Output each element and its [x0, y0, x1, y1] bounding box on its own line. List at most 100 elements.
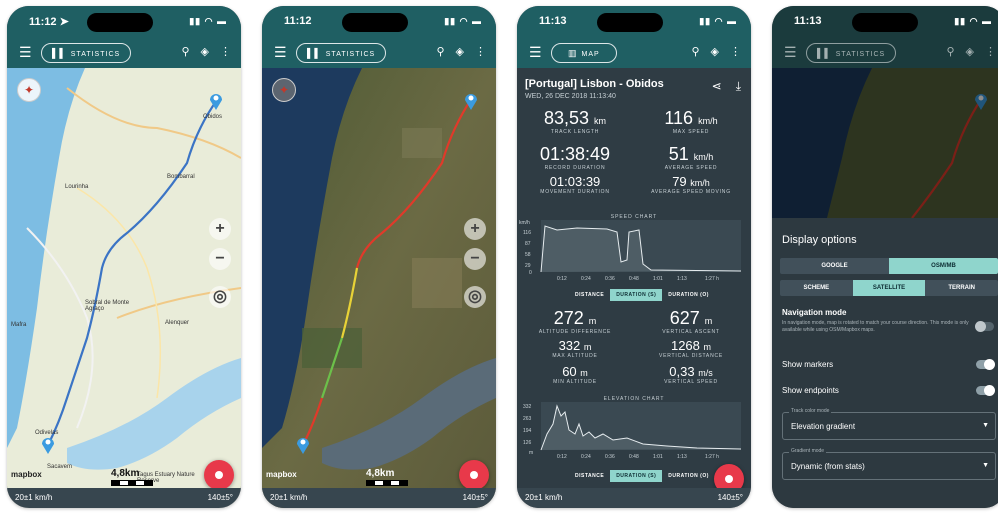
- my-location-button[interactable]: ◎: [209, 286, 231, 308]
- bar-chart-icon: ▌▌: [52, 48, 67, 58]
- speed-y-tick: km/h: [519, 220, 530, 226]
- option-scheme[interactable]: SCHEME: [780, 280, 853, 296]
- signal-wifi-battery-icon: ▮▮ ◠ ▬: [699, 16, 737, 26]
- speed-x-tick: 1:13: [677, 276, 687, 282]
- elev-y-tick: m: [529, 450, 533, 456]
- elevation-chart[interactable]: 332 263 194 126 m 0:12 0:24 0:36 0:48 1:…: [517, 394, 751, 464]
- scale-bar: 4,8km: [111, 468, 153, 486]
- app-bar: ☰ ▌▌ STATISTICS ⚲ ◈ ⋮: [7, 38, 241, 68]
- speed-chart[interactable]: km/h 116 87 58 29 0 0:12 0:24 0:36 0:48 …: [517, 212, 751, 284]
- vertical-ascent-unit: m: [704, 316, 713, 326]
- gradient-mode-value: Dynamic (from stats): [791, 462, 865, 471]
- start-marker-icon[interactable]: [41, 436, 55, 454]
- option-osm-mb[interactable]: OSM/MB: [889, 258, 998, 274]
- zoom-in-button[interactable]: +: [209, 218, 231, 240]
- more-icon[interactable]: ⋮: [220, 46, 231, 58]
- statistics-panel: [Portugal] Lisbon - Obidos WED, 26 DEC 2…: [517, 68, 751, 488]
- map-view[interactable]: ✦ + − ◎ mapbox 4,8km: [262, 68, 496, 508]
- layers-icon[interactable]: ◈: [966, 46, 974, 58]
- menu-icon[interactable]: ☰: [274, 44, 287, 61]
- my-location-button[interactable]: ◎: [464, 286, 486, 308]
- start-marker-icon[interactable]: [296, 436, 310, 454]
- gradient-mode-dropdown[interactable]: Gradient mode Dynamic (from stats) ▼: [782, 448, 996, 480]
- record-button[interactable]: [204, 460, 234, 490]
- location-pin-icon[interactable]: ⚲: [436, 46, 444, 58]
- display-options-sheet: Display options GOOGLE OSM/MB SCHEME SAT…: [772, 218, 998, 508]
- speed-y-tick: 29: [525, 263, 531, 269]
- status-time: 11:12: [284, 15, 312, 27]
- vertical-distance-unit: m: [703, 342, 712, 352]
- option-satellite[interactable]: SATELLITE: [852, 280, 926, 296]
- statistics-button[interactable]: ▌▌ STATISTICS: [806, 43, 897, 63]
- location-pin-icon[interactable]: ⚲: [946, 46, 954, 58]
- record-button[interactable]: [714, 464, 744, 488]
- place-label: Sobral de Monte Agraço: [85, 300, 130, 312]
- zoom-out-button[interactable]: −: [464, 248, 486, 270]
- tab-duration-o[interactable]: DURATION (O): [662, 470, 715, 482]
- tab-duration-s[interactable]: DURATION (S): [610, 289, 663, 301]
- download-icon[interactable]: ⤓: [736, 79, 741, 93]
- speed-y-tick: 58: [525, 252, 531, 258]
- map-view[interactable]: ✦ + − ◎ Obidos Lourinha Bombarral Mafra …: [7, 68, 241, 508]
- option-terrain[interactable]: TERRAIN: [925, 280, 998, 296]
- status-bar: 11:12 ▮▮ ◠ ▬: [262, 6, 496, 38]
- bottom-info-bar: 20±1 km/h 140±5°: [7, 488, 241, 508]
- statistics-button[interactable]: ▌▌ STATISTICS: [41, 43, 132, 63]
- map-button[interactable]: ▥ MAP: [551, 43, 617, 63]
- speed-y-tick: 87: [525, 241, 531, 247]
- speed-x-tick: 1:27 h: [705, 276, 719, 282]
- avg-speed-label: AVERAGE SPEED: [664, 165, 718, 171]
- zoom-in-button[interactable]: +: [464, 218, 486, 240]
- movement-duration-value: 01:03:39: [549, 174, 601, 189]
- track-color-mode-label: Track color mode: [789, 408, 832, 414]
- navigation-mode-toggle[interactable]: [975, 321, 994, 332]
- compass-icon[interactable]: ✦: [272, 78, 296, 102]
- menu-icon[interactable]: ☰: [529, 44, 542, 61]
- location-pin-icon[interactable]: ⚲: [181, 46, 189, 58]
- record-button[interactable]: [459, 460, 489, 490]
- signal-wifi-battery-icon: ▮▮ ◠ ▬: [954, 16, 992, 26]
- track-color-mode-dropdown[interactable]: Track color mode Elevation gradient ▼: [782, 408, 996, 440]
- tab-distance[interactable]: DISTANCE: [569, 470, 610, 482]
- avg-speed-value: 51: [668, 144, 689, 164]
- speed-y-tick: 0: [529, 270, 532, 276]
- show-markers-toggle[interactable]: [976, 359, 995, 370]
- location-pin-icon[interactable]: ⚲: [691, 46, 699, 58]
- layers-icon[interactable]: ◈: [711, 46, 719, 58]
- end-marker-icon[interactable]: [209, 92, 223, 110]
- max-speed-label: MAX SPEED: [672, 129, 710, 135]
- share-icon[interactable]: ⋖: [712, 79, 722, 93]
- avg-speed-moving-value: 79: [672, 174, 687, 189]
- compass-icon[interactable]: ✦: [17, 78, 41, 102]
- vertical-speed-value: 0,33: [669, 364, 695, 379]
- speed-readout: 20±1 km/h: [525, 493, 563, 502]
- tab-duration-o[interactable]: DURATION (O): [662, 289, 715, 301]
- bar-chart-icon: ▌▌: [307, 48, 322, 58]
- app-bar: ☰ ▌▌ STATISTICS ⚲ ◈ ⋮: [262, 38, 496, 68]
- more-icon[interactable]: ⋮: [985, 46, 996, 58]
- more-icon[interactable]: ⋮: [475, 46, 486, 58]
- end-marker-icon[interactable]: [464, 92, 478, 110]
- more-icon[interactable]: ⋮: [730, 46, 741, 58]
- display-options-heading: Display options: [782, 234, 857, 246]
- menu-icon[interactable]: ☰: [19, 44, 32, 61]
- show-endpoints-toggle[interactable]: [976, 385, 995, 396]
- min-altitude-unit: m: [580, 368, 588, 378]
- menu-icon[interactable]: ☰: [784, 44, 797, 61]
- speed-x-tick: 0:12: [557, 276, 567, 282]
- layers-icon[interactable]: ◈: [201, 46, 209, 58]
- tab-distance[interactable]: DISTANCE: [569, 289, 610, 301]
- option-google[interactable]: GOOGLE: [780, 258, 889, 274]
- dim-overlay[interactable]: [772, 68, 998, 218]
- place-label: Mafra: [11, 322, 27, 328]
- stat-vertical-speed: 0,33 m/s VERTICAL SPEED: [641, 364, 741, 385]
- max-altitude-label: MAX ALTITUDE: [552, 353, 598, 359]
- layers-icon[interactable]: ◈: [456, 46, 464, 58]
- stat-movement-duration: 01:03:39 MOVEMENT DURATION: [525, 174, 625, 195]
- altitude-difference-value: 272: [553, 308, 584, 328]
- zoom-out-button[interactable]: −: [209, 248, 231, 270]
- screen-statistics: 11:13 ▮▮ ◠ ▬ ☰ ▥ MAP ⚲ ◈ ⋮ [Portugal] Lisbo…: [517, 6, 751, 508]
- chevron-down-icon: ▼: [982, 422, 989, 429]
- statistics-button[interactable]: ▌▌ STATISTICS: [296, 43, 387, 63]
- tab-duration-s[interactable]: DURATION (S): [610, 470, 663, 482]
